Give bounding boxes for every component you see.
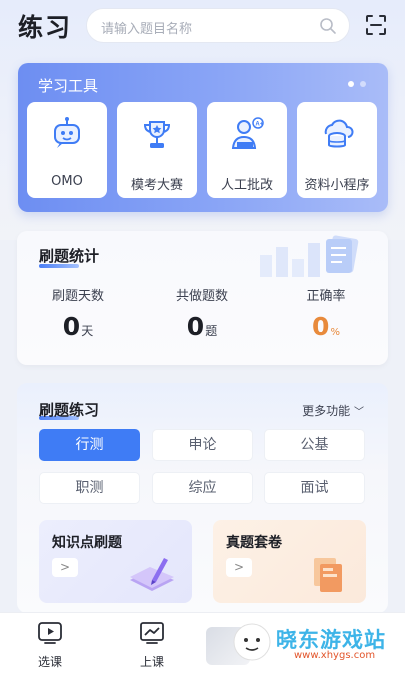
tool-label: OMO [51,174,83,189]
stat-label: 共做题数 [175,289,228,304]
chip-xingce[interactable]: 行测 [39,429,140,461]
svg-text:A+: A+ [255,122,263,128]
arrow-right-icon[interactable]: > [52,558,78,577]
stat-value: 0天 [23,312,133,341]
chip-zongying[interactable]: 综应 [152,472,253,504]
watermark-logo-icon [233,623,271,661]
carousel-dot[interactable] [360,81,366,87]
stats-illustration [260,235,359,277]
database-icon [324,119,354,148]
stat-value: 0题 [147,312,257,341]
tab-choose-course[interactable]: 选课 [20,621,80,670]
past-papers-card[interactable]: 真题套卷 > [213,520,366,603]
study-tools-title: 学习工具 [38,77,99,95]
tool-material-miniprogram[interactable]: 资料小程序 [297,102,377,198]
tab-label: 上课 [139,655,164,669]
tab-label: 选课 [37,655,62,669]
stat-unit: 天 [81,324,94,338]
more-functions-link[interactable]: 更多功能 ﹀ [302,402,364,419]
stat-number: 0 [312,312,330,341]
page-title: 练习 [18,13,73,42]
practice-panel: 刷题练习 更多功能 ﹀ 行测 申论 公基 职测 综应 面试 知识点刷题 > 真题… [17,383,388,613]
stat-days: 刷题天数 0天 [23,285,133,341]
knowledge-point-card[interactable]: 知识点刷题 > [39,520,192,603]
stat-questions: 共做题数 0题 [147,285,257,341]
header: 练习 请输入题目名称 [0,0,405,50]
trophy-icon [143,121,171,148]
stat-number: 0 [186,312,205,341]
tab-attend-class[interactable]: 上课 [122,621,182,670]
card-title: 真题套卷 [226,535,282,551]
search-placeholder: 请输入题目名称 [101,22,193,37]
chart-screen-icon [140,622,164,644]
tool-manual-grading[interactable]: A+ 人工批改 [207,102,287,198]
chip-mianshi[interactable]: 面试 [264,472,365,504]
stat-value: 0% [271,312,381,341]
arrow-right-icon[interactable]: > [226,558,252,577]
robot-icon [54,117,80,148]
chip-gongji[interactable]: 公基 [264,429,365,461]
stat-unit: 题 [205,324,218,338]
card-title: 知识点刷题 [52,535,122,551]
paper-stack-icon [314,558,342,592]
chip-zhice[interactable]: 职测 [39,472,140,504]
scan-icon[interactable] [364,13,388,37]
study-tools-panel: 学习工具 OMO 模考大赛 A+ 人工批改 资料小程序 [18,63,388,212]
tool-mock-exam[interactable]: 模考大赛 [117,102,197,198]
stat-unit: % [330,327,340,338]
search-input[interactable]: 请输入题目名称 [86,8,350,43]
chevron-down-icon: ﹀ [354,407,364,418]
stat-number: 0 [62,312,81,341]
tool-label: 模考大赛 [130,178,183,193]
more-label: 更多功能 [302,404,351,418]
chip-shenlun[interactable]: 申论 [152,429,253,461]
stat-label: 正确率 [306,289,346,304]
watermark: 晓东游戏站 www.xhygs.com [204,618,404,668]
search-icon[interactable] [319,17,337,35]
play-video-icon [38,622,62,644]
teacher-icon: A+ [231,117,264,149]
carousel-dots [348,81,366,87]
pen-paper-icon [130,558,174,591]
practice-title: 刷题练习 [39,401,100,419]
stat-accuracy: 正确率 0% [271,285,381,341]
stat-label: 刷题天数 [51,289,104,304]
stats-title: 刷题统计 [39,247,100,265]
carousel-dot-active[interactable] [348,81,354,87]
practice-stats-panel: 刷题统计 刷题天数 0天 共做题数 0题 正确率 0% [17,231,388,365]
watermark-url: www.xhygs.com [294,650,376,661]
tool-label: 资料小程序 [304,178,370,193]
tool-omo[interactable]: OMO [27,102,107,198]
tool-label: 人工批改 [220,178,273,193]
